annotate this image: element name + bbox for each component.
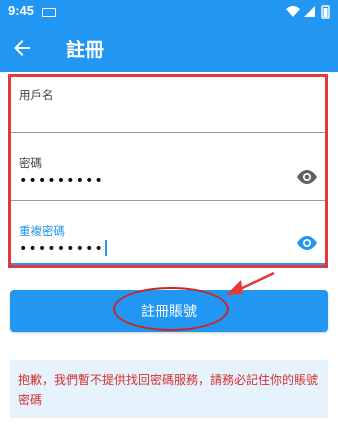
register-button-label: 註冊賬號 (141, 304, 197, 320)
status-bar: 9:45 (0, 0, 338, 24)
password-value: ••••••••• (19, 173, 104, 189)
confirm-password-label: 重複密碼 (19, 224, 65, 238)
registration-form: 用戶名 密碼 ••••••••• 重複密碼 ••••••••• (8, 74, 328, 268)
text-cursor (104, 240, 107, 256)
status-time: 9:45 (8, 3, 35, 18)
username-field[interactable]: 用戶名 (11, 77, 325, 133)
back-arrow-icon[interactable] (10, 36, 34, 60)
password-label: 密碼 (19, 156, 42, 170)
username-label: 用戶名 (19, 88, 54, 102)
signal-icon (304, 6, 315, 17)
notice-text: 抱歉，我們暫不提供找回密碼服務，請務必記住你的賬號密碼 (18, 373, 319, 407)
notice-box: 抱歉，我們暫不提供找回密碼服務，請務必記住你的賬號密碼 (10, 360, 328, 418)
confirm-password-value-wrap: ••••••••• (19, 240, 107, 257)
confirm-password-field[interactable]: 重複密碼 ••••••••• (11, 201, 325, 265)
status-icons (286, 5, 330, 19)
password-visibility-toggle-icon[interactable] (295, 169, 319, 185)
wifi-icon (286, 6, 300, 17)
confirm-password-visibility-toggle-icon[interactable] (295, 235, 319, 251)
register-button[interactable]: 註冊賬號 (10, 287, 328, 332)
app-bar: 註冊 (0, 24, 338, 72)
keyboard-icon (42, 8, 56, 17)
page-title: 註冊 (66, 39, 105, 61)
password-field[interactable]: 密碼 ••••••••• (11, 133, 325, 201)
confirm-password-value: ••••••••• (19, 241, 104, 257)
